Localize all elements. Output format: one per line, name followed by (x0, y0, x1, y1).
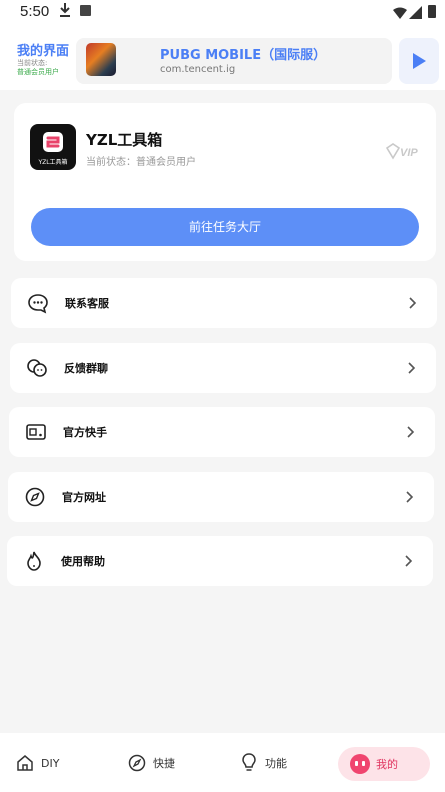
chevron-right-icon (406, 491, 414, 503)
menu-label: 反馈群聊 (64, 362, 108, 375)
notification-icon (80, 5, 91, 16)
chat-bubble-icon (28, 294, 48, 314)
group-chat-icon (27, 359, 47, 377)
cellular-icon (409, 6, 422, 19)
profile-card: YZL工具箱 YZL工具箱 当前状态：普通会员用户 VIP 前往任务大厅 (14, 103, 436, 261)
profile-status: 当前状态：普通会员用户 (86, 157, 196, 168)
header: 我的界面 当前状态: 普通会员用户 PUBG MOBILE（国际服） com.t… (0, 26, 445, 90)
nav-label: 我的 (376, 758, 398, 771)
launch-button[interactable] (399, 38, 439, 84)
lightbulb-icon (242, 753, 256, 771)
chevron-right-icon (409, 297, 417, 309)
vip-badge: VIP (385, 143, 429, 165)
task-hall-button[interactable]: 前往任务大厅 (31, 208, 419, 246)
menu-item-help[interactable]: 使用帮助 (7, 536, 433, 586)
menu-label: 官方网址 (62, 491, 106, 504)
download-icon (60, 3, 70, 17)
compass-icon (128, 754, 146, 772)
profile-face-icon (350, 754, 370, 774)
app-package: com.tencent.ig (160, 64, 236, 75)
menu-item-feedback-group[interactable]: 反馈群聊 (10, 343, 436, 393)
nav-label: DIY (41, 756, 60, 770)
yzl-logo-icon (43, 132, 63, 152)
video-icon (26, 424, 46, 440)
battery-icon (428, 5, 436, 18)
bottom-nav: DIY 快捷 功能 我的 (0, 733, 445, 792)
menu-item-official-kuaishou[interactable]: 官方快手 (9, 407, 435, 457)
vip-text: VIP (400, 147, 418, 159)
app-thumbnail (86, 43, 116, 76)
selected-app-card[interactable]: PUBG MOBILE（国际服） com.tencent.ig (76, 38, 392, 84)
nav-label: 功能 (265, 757, 287, 770)
menu-item-contact-support[interactable]: 联系客服 (11, 278, 437, 328)
profile-name: YZL工具箱 (86, 131, 163, 149)
app-name: PUBG MOBILE（国际服） (160, 48, 327, 63)
nav-label: 快捷 (153, 757, 175, 770)
menu-item-official-website[interactable]: 官方网址 (8, 472, 434, 522)
menu-label: 联系客服 (65, 297, 109, 310)
header-status-value: 普通会员用户 (17, 68, 59, 76)
page-title: 我的界面 (17, 44, 70, 59)
status-time: 5:50 (20, 3, 50, 20)
home-icon (17, 755, 33, 771)
logo-caption: YZL工具箱 (38, 159, 68, 166)
play-icon (413, 53, 426, 69)
menu-label: 使用帮助 (61, 555, 105, 568)
nav-tab-shortcut[interactable]: 快捷 (128, 749, 175, 777)
chevron-right-icon (407, 426, 415, 438)
compass-icon (25, 487, 45, 507)
nav-tab-diy[interactable]: DIY (16, 749, 59, 777)
nav-tab-mine[interactable]: 我的 (338, 747, 430, 781)
chevron-right-icon (405, 555, 413, 567)
status-bar: 5:50 (0, 0, 445, 26)
wifi-icon (393, 7, 407, 19)
chevron-right-icon (408, 362, 416, 374)
vip-icon: VIP (385, 143, 418, 160)
app-logo: YZL工具箱 (30, 124, 76, 170)
nav-tab-function[interactable]: 功能 (240, 749, 287, 777)
menu-label: 官方快手 (63, 426, 107, 439)
flame-help-icon (27, 551, 41, 571)
